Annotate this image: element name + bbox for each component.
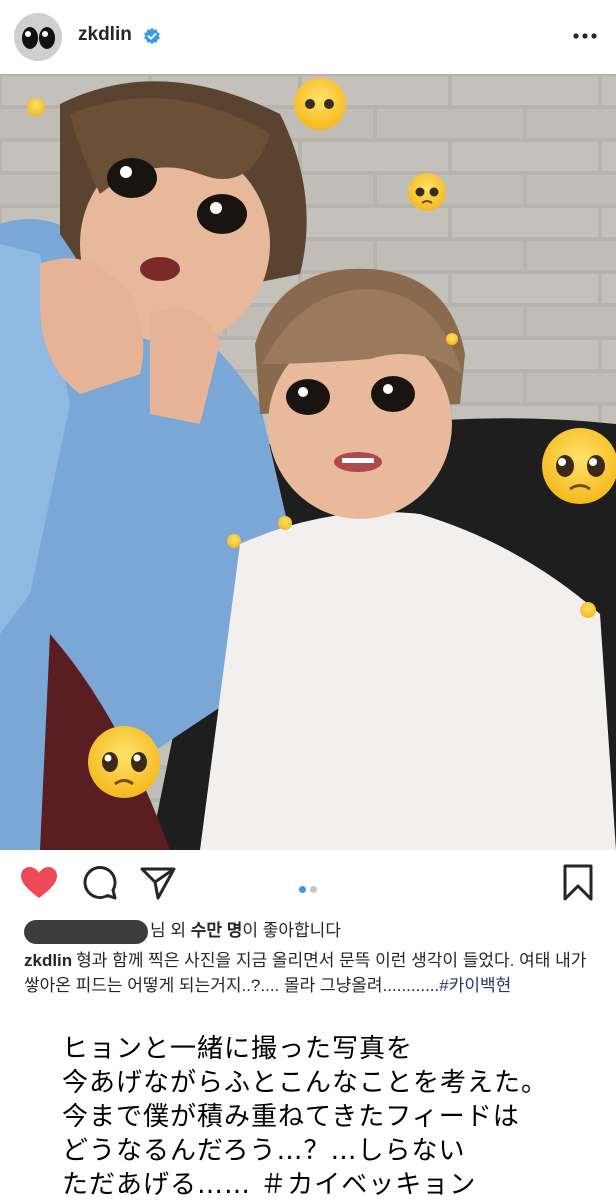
post-header: zkdlin <box>0 0 616 74</box>
redacted-username <box>24 919 148 944</box>
caption-hashtag[interactable]: #카이백현 <box>439 976 511 995</box>
bookmark-icon[interactable] <box>562 864 594 902</box>
translation-line: 今まで僕が積み重ねてきたフィードは <box>62 1102 520 1132</box>
comment-icon[interactable] <box>82 865 118 901</box>
username[interactable]: zkdlin <box>78 24 132 46</box>
more-options-icon[interactable] <box>570 22 600 50</box>
likes-count: 수만 명 <box>190 921 243 940</box>
heart-filled-icon[interactable] <box>20 866 58 900</box>
verified-badge-icon <box>144 27 160 45</box>
post-caption: zkdlin 형과 함께 찍은 사진을 지금 올리면서 문뜩 이런 생각이 들었다… <box>24 948 594 998</box>
likes-suffix: 이 좋아합니다 <box>242 921 341 940</box>
selfie-photo <box>0 74 616 850</box>
translation-line: どうなるんだろう…？…しらない <box>62 1136 466 1166</box>
avatar-eyes-icon <box>14 13 62 61</box>
share-icon[interactable] <box>140 865 176 901</box>
likes-prefix: 님 외 <box>150 921 191 940</box>
carousel-indicator <box>297 880 319 898</box>
translation-line: ヒョンと一緒に撮った写真を <box>62 1034 414 1064</box>
post-photo[interactable] <box>0 74 616 850</box>
carousel-dot-active[interactable] <box>299 886 306 893</box>
caption-username[interactable]: zkdlin <box>24 951 72 970</box>
translation-line: ただあげる…… ＃カイベッキョン <box>62 1170 477 1200</box>
likes-summary[interactable]: 님 외 수만 명이 좋아합니다 <box>24 916 341 944</box>
avatar[interactable] <box>14 13 62 61</box>
translation-text: ヒョンと一緒に撮った写真を 今あげながらふとこんなことを考えた。 今まで僕が積み… <box>62 1032 602 1202</box>
translation-line: 今あげながらふとこんなことを考えた。 <box>62 1068 549 1098</box>
carousel-dot[interactable] <box>310 886 317 893</box>
